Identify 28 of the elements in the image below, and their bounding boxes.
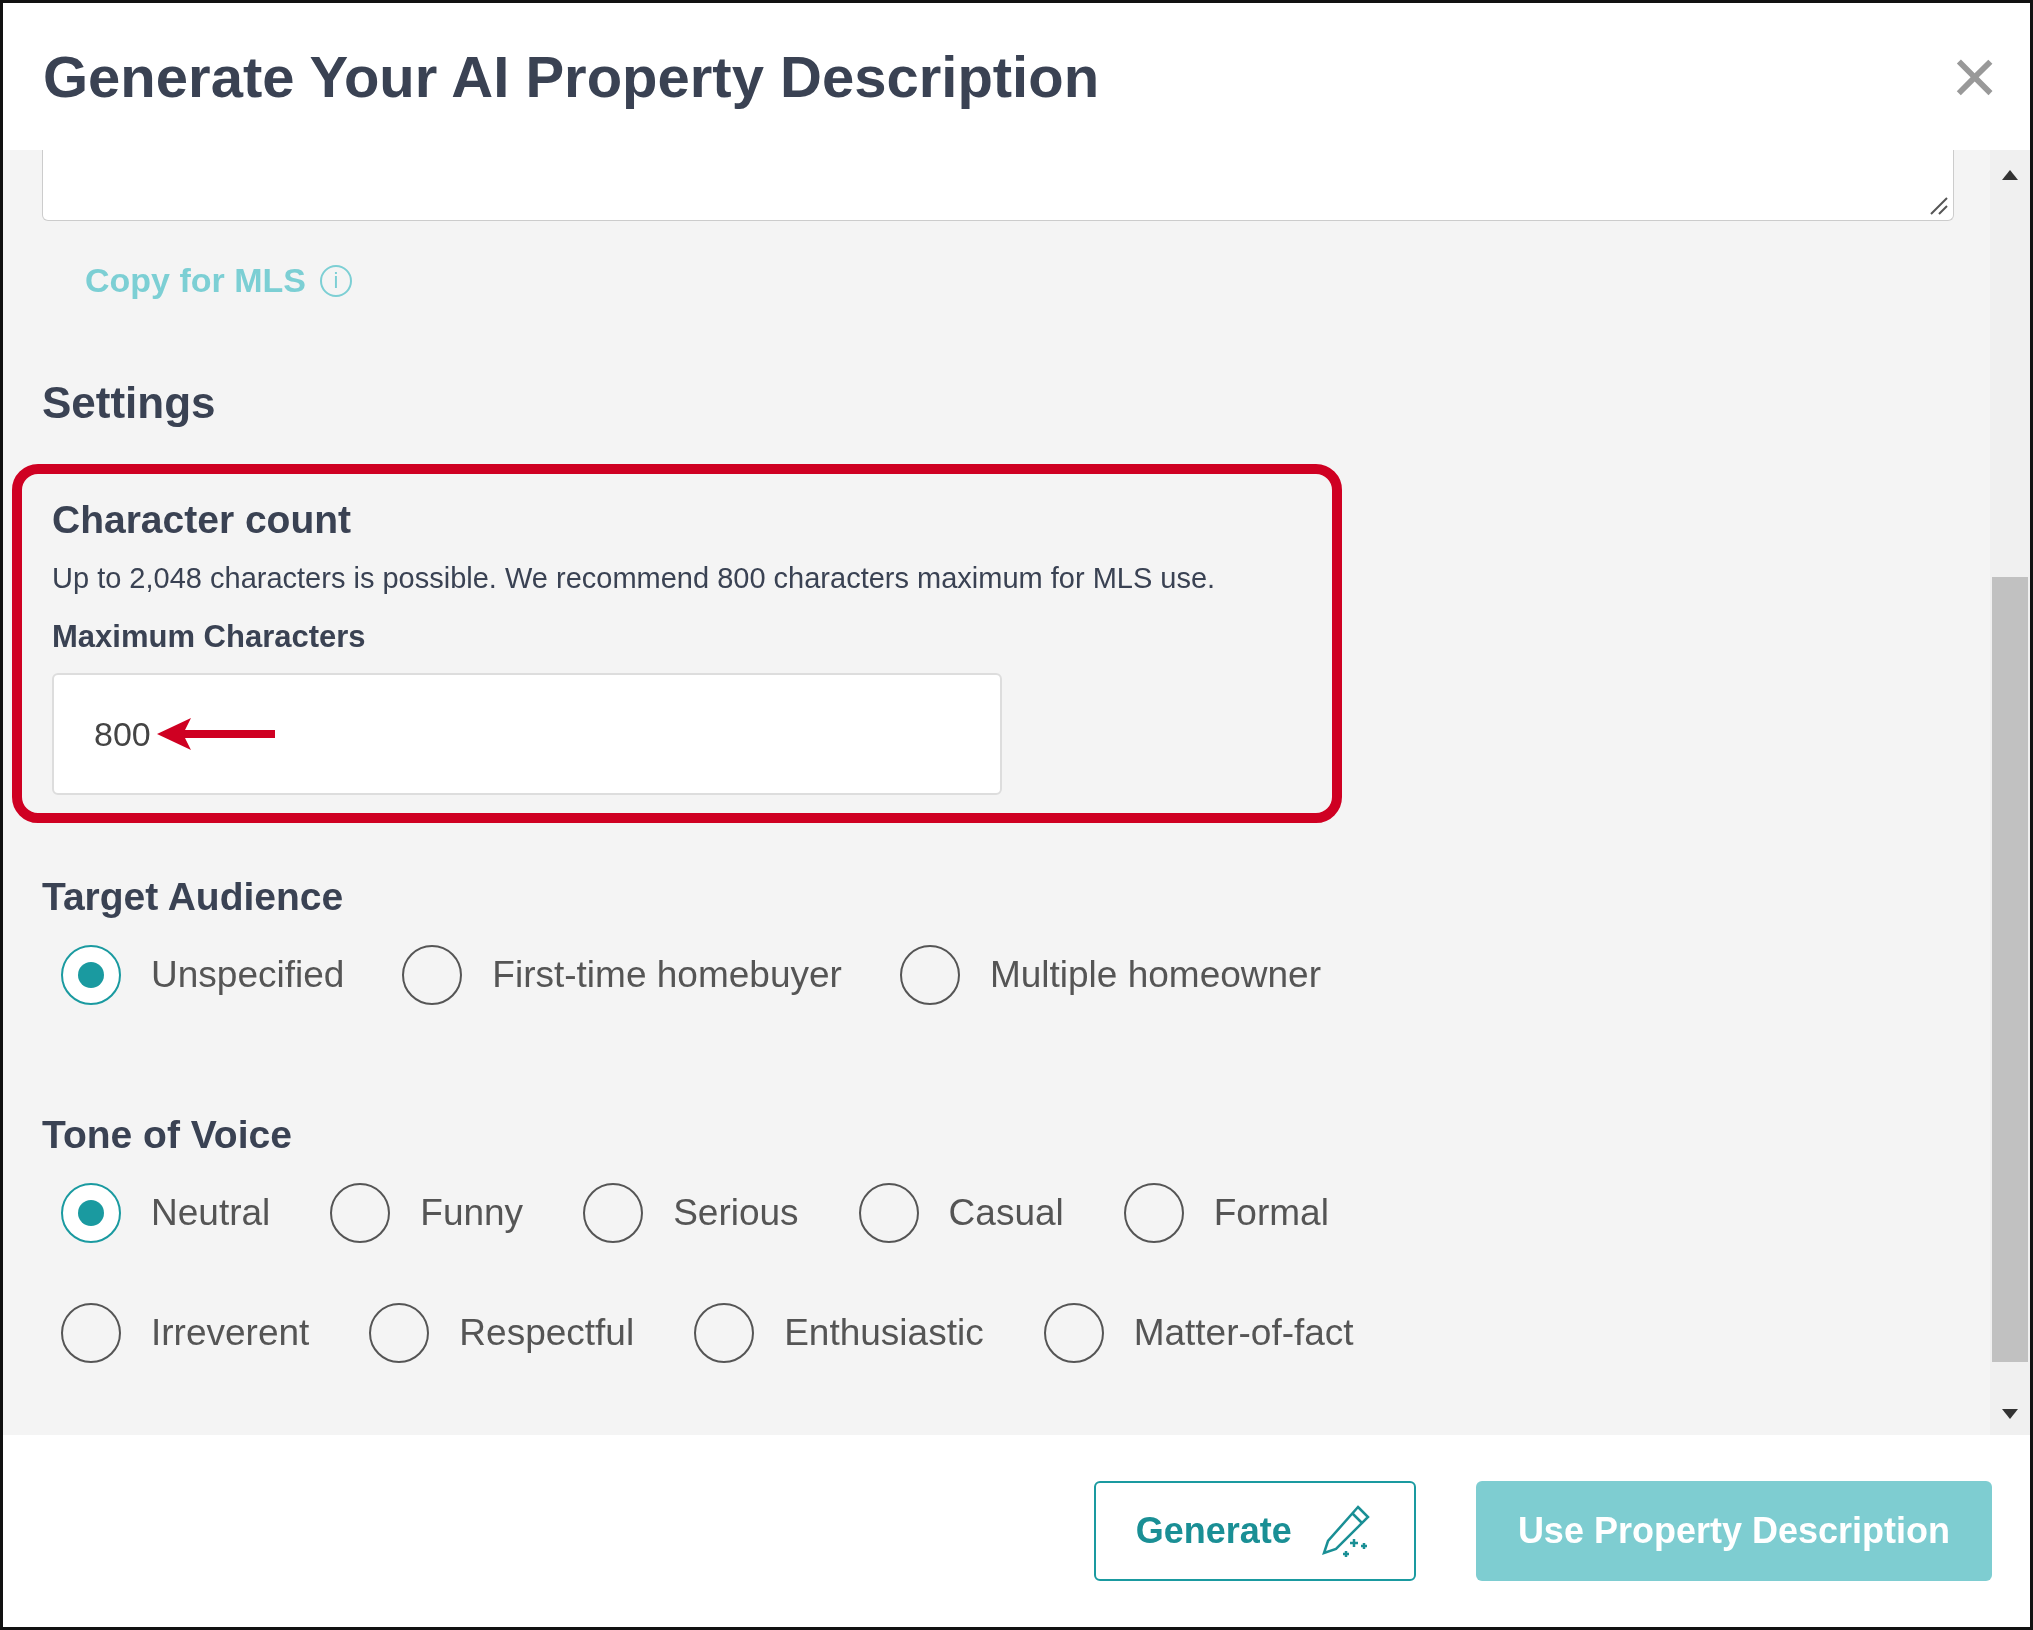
scroll-up-icon[interactable]: [2000, 168, 2020, 182]
radio-option[interactable]: Neutral: [61, 1183, 271, 1243]
radio-option[interactable]: Multiple homeowner: [899, 945, 1321, 1005]
radio-option[interactable]: Casual: [858, 1183, 1064, 1243]
maximum-characters-field[interactable]: 800: [52, 673, 1002, 795]
radio-option[interactable]: Enthusiastic: [694, 1303, 984, 1363]
arrow-icon: [156, 716, 275, 752]
character-count-description: Up to 2,048 characters is possible. We recommend 800 characters maximum for MLS use.: [52, 562, 1217, 595]
scroll-down-icon[interactable]: [2000, 1407, 2020, 1421]
radio-option[interactable]: Respectful: [369, 1303, 635, 1363]
tone-of-voice-heading: Tone of Voice: [42, 1113, 293, 1157]
character-count-heading: Character count: [52, 498, 353, 542]
radio-option[interactable]: Irreverent: [61, 1303, 310, 1363]
field-label: Maximum Characters: [52, 619, 367, 655]
radio-option[interactable]: First-time homebuyer: [402, 945, 842, 1005]
generate-button[interactable]: Generate: [1093, 1481, 1416, 1581]
scroll-thumb[interactable]: [1992, 577, 2028, 1362]
field-value: 800: [94, 714, 151, 754]
radio-option[interactable]: Funny: [330, 1183, 524, 1243]
scrollbar[interactable]: [1990, 150, 2030, 1435]
radio-option[interactable]: Unspecified: [61, 945, 345, 1005]
dialog-title: Generate Your AI Property Description: [43, 43, 1100, 110]
radio-option[interactable]: Matter-of-fact: [1043, 1303, 1354, 1363]
radio-option[interactable]: Serious: [583, 1183, 799, 1243]
settings-heading: Settings: [42, 378, 217, 428]
target-audience-heading: Target Audience: [42, 875, 345, 919]
description-field[interactable]: [42, 150, 1954, 221]
radio-option[interactable]: Formal: [1123, 1183, 1329, 1243]
